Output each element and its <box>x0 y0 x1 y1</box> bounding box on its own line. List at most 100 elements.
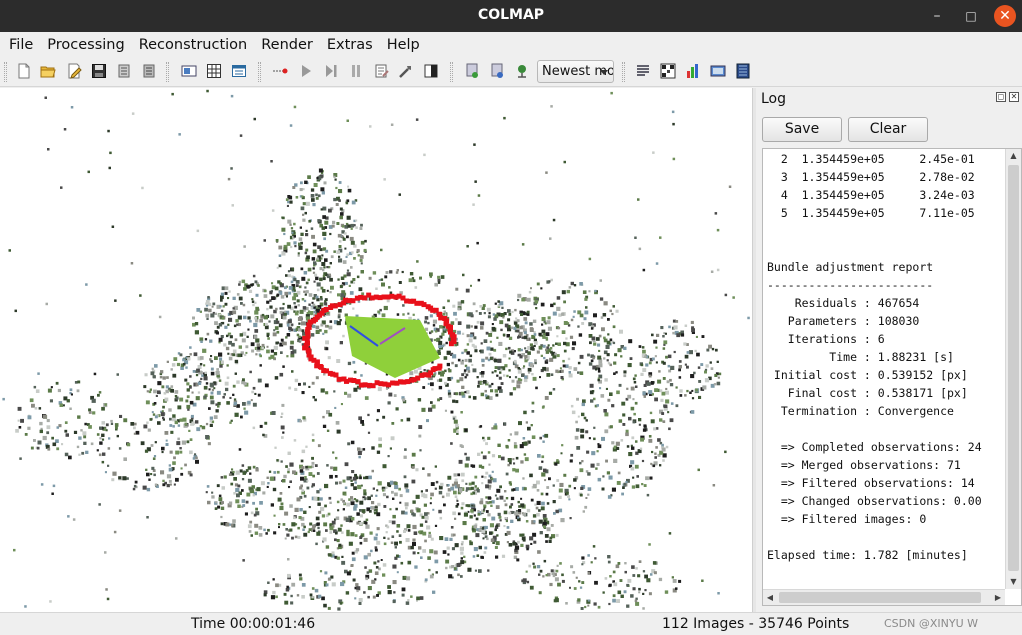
cloud-point <box>375 494 378 497</box>
model-statistics-icon[interactable] <box>685 63 701 79</box>
scroll-thumb[interactable] <box>779 592 981 603</box>
cloud-point <box>320 286 324 290</box>
cloud-point <box>315 329 320 334</box>
cloud-point <box>225 387 229 392</box>
render-options-icon[interactable] <box>464 63 480 79</box>
cloud-point <box>612 570 616 574</box>
render-now-icon[interactable] <box>489 63 505 79</box>
start-reconstruction-icon[interactable] <box>272 63 288 79</box>
float-dock-icon[interactable]: ◻ <box>996 92 1006 102</box>
cloud-point <box>487 436 491 440</box>
cloud-point <box>310 188 315 192</box>
cloud-point <box>346 199 350 203</box>
save-project-icon[interactable] <box>91 63 107 79</box>
cloud-point <box>380 559 383 561</box>
pause-reconstruction-icon[interactable] <box>323 63 339 79</box>
reset-reconstruction-icon[interactable] <box>348 63 364 79</box>
menu-reconstruction[interactable]: Reconstruction <box>132 37 255 53</box>
minimize-button[interactable]: – <box>925 4 949 28</box>
log-text-area[interactable]: 2 1.354459e+05 2.45e-01 3 1.354459e+05 2… <box>762 148 1022 606</box>
cloud-point <box>323 522 328 527</box>
model-select[interactable]: Newest model <box>537 60 614 83</box>
point-cloud-canvas[interactable] <box>0 88 752 612</box>
cloud-point <box>532 483 537 488</box>
scroll-up-icon[interactable]: ▲ <box>1006 149 1021 163</box>
database-management-icon[interactable] <box>231 63 247 79</box>
cloud-point <box>394 546 397 549</box>
cloud-point <box>540 287 543 290</box>
cloud-point <box>387 401 391 405</box>
log-line: => Completed observations: 24 <box>767 440 982 454</box>
log-vertical-scrollbar[interactable]: ▲ ▼ <box>1005 149 1021 589</box>
scroll-down-icon[interactable]: ▼ <box>1006 575 1021 589</box>
cloud-point <box>675 404 679 408</box>
reconstruction-options-icon[interactable] <box>374 63 390 79</box>
save-button[interactable]: Save <box>762 117 842 142</box>
clear-button[interactable]: Clear <box>848 117 928 142</box>
scroll-right-icon[interactable]: ▶ <box>991 590 1005 605</box>
export-model-icon[interactable] <box>141 63 157 79</box>
cloud-point <box>540 492 544 496</box>
cloud-point <box>422 549 426 553</box>
cloud-point <box>453 419 458 424</box>
cloud-point <box>323 181 327 185</box>
cloud-point <box>716 381 721 386</box>
menu-processing[interactable]: Processing <box>40 37 131 53</box>
close-button[interactable]: ✕ <box>994 5 1016 27</box>
scroll-left-icon[interactable]: ◀ <box>763 590 777 605</box>
cloud-point <box>522 437 526 440</box>
log-horizontal-scrollbar[interactable]: ◀ ▶ <box>763 589 1005 605</box>
cloud-point <box>524 375 528 379</box>
cloud-point <box>430 382 434 387</box>
cloud-point <box>118 509 122 512</box>
menu-help[interactable]: Help <box>380 37 427 53</box>
cloud-point <box>329 320 333 323</box>
cloud-point <box>244 410 249 415</box>
feature-extraction-icon[interactable] <box>181 63 197 79</box>
import-model-icon[interactable] <box>116 63 132 79</box>
menu-render[interactable]: Render <box>254 37 320 53</box>
cloud-point <box>242 559 245 562</box>
cloud-point <box>644 574 648 579</box>
log-icon[interactable] <box>635 63 651 79</box>
open-project-icon[interactable] <box>40 63 56 79</box>
cloud-point <box>313 306 316 309</box>
dense-reconstruction-icon[interactable] <box>423 63 439 79</box>
maximize-button[interactable]: □ <box>959 4 983 28</box>
cloud-point <box>446 546 450 550</box>
cloud-point <box>499 320 504 325</box>
cloud-point <box>358 416 362 421</box>
feature-matching-icon[interactable] <box>206 63 222 79</box>
grab-image-icon[interactable] <box>710 63 726 79</box>
cloud-point <box>418 530 421 534</box>
edit-project-icon[interactable] <box>66 63 82 79</box>
cloud-point <box>383 536 386 539</box>
cloud-point <box>517 516 520 519</box>
cloud-point <box>303 494 307 498</box>
camera-icon[interactable] <box>514 63 530 79</box>
cloud-point <box>200 340 203 343</box>
cloud-point <box>333 175 336 178</box>
model-viewer[interactable] <box>0 88 752 612</box>
menu-extras[interactable]: Extras <box>320 37 380 53</box>
cloud-point <box>278 523 281 526</box>
cloud-point <box>482 439 486 442</box>
menu-file[interactable]: File <box>2 37 40 53</box>
new-project-icon[interactable] <box>16 63 32 79</box>
cloud-point <box>479 349 482 352</box>
step-reconstruction-icon[interactable] <box>298 63 314 79</box>
match-matrix-icon[interactable] <box>660 63 676 79</box>
cloud-point <box>468 358 472 363</box>
grab-movie-icon[interactable] <box>735 63 751 79</box>
cloud-point <box>650 381 654 385</box>
cloud-point <box>505 519 508 523</box>
close-dock-icon[interactable]: ✕ <box>1009 92 1019 102</box>
cloud-point <box>312 396 315 399</box>
bundle-adjustment-icon[interactable] <box>398 63 414 79</box>
log-line: => Filtered images: 0 <box>767 512 927 526</box>
cloud-point <box>246 492 251 497</box>
cloud-point <box>718 372 722 376</box>
toolbar-handle[interactable] <box>4 62 7 82</box>
scroll-thumb[interactable] <box>1008 165 1019 571</box>
cloud-point <box>629 357 633 360</box>
